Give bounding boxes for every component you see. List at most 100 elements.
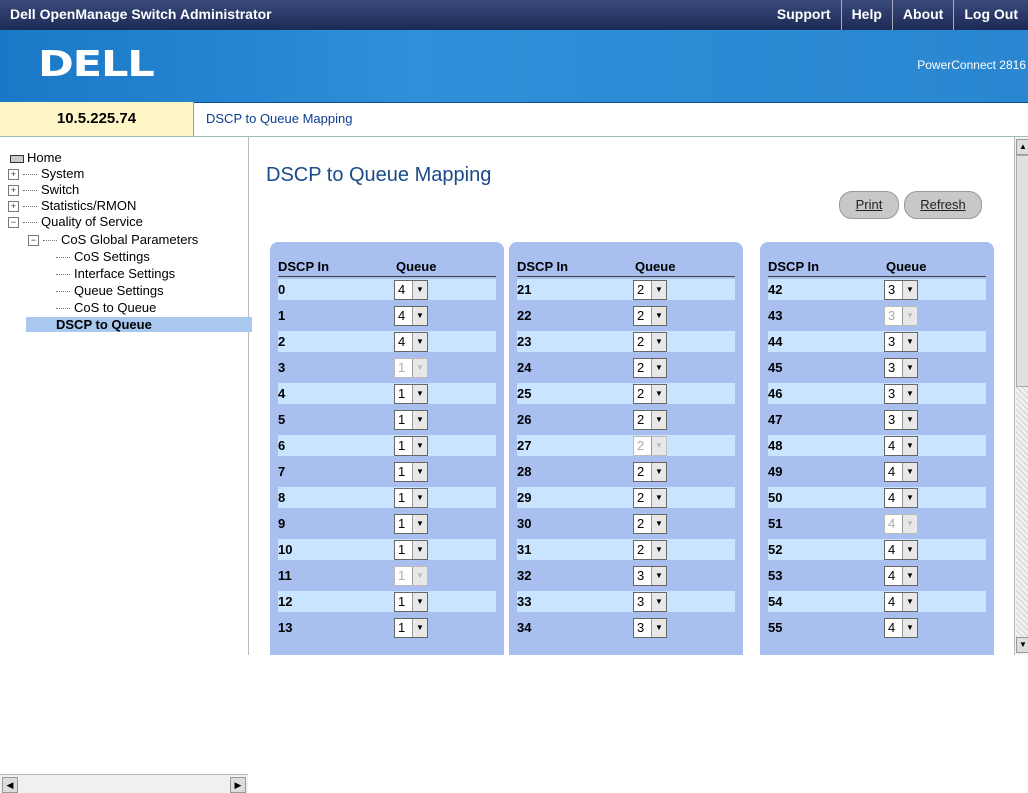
chevron-down-icon[interactable]: ▼	[651, 593, 666, 611]
chevron-down-icon[interactable]: ▼	[902, 463, 917, 481]
logout-link[interactable]: Log Out	[953, 0, 1028, 30]
chevron-down-icon[interactable]: ▼	[651, 463, 666, 481]
about-link[interactable]: About	[891, 0, 953, 30]
chevron-down-icon[interactable]: ▼	[651, 385, 666, 403]
chevron-down-icon[interactable]: ▼	[902, 619, 917, 637]
queue-select[interactable]: 3 ▼	[884, 332, 918, 352]
queue-select[interactable]: 4 ▼	[884, 618, 918, 638]
chevron-down-icon[interactable]: ▼	[902, 541, 917, 559]
scroll-right-icon[interactable]: ▶	[230, 777, 246, 793]
queue-select[interactable]: 3 ▼	[884, 384, 918, 404]
chevron-down-icon[interactable]: ▼	[902, 489, 917, 507]
chevron-down-icon[interactable]: ▼	[902, 411, 917, 429]
vertical-scrollbar[interactable]: ▲ ▼	[1014, 137, 1028, 655]
tree-item-system[interactable]: + System	[8, 166, 84, 181]
queue-select[interactable]: 3 ▼	[884, 280, 918, 300]
queue-select[interactable]: 4 ▼	[394, 332, 428, 352]
tree-item-quality-of-service[interactable]: − Quality of Service	[8, 214, 143, 229]
queue-select[interactable]: 1 ▼	[394, 514, 428, 534]
queue-select[interactable]: 3 ▼	[884, 410, 918, 430]
chevron-down-icon[interactable]: ▼	[902, 333, 917, 351]
scroll-left-icon[interactable]: ◀	[2, 777, 18, 793]
chevron-down-icon[interactable]: ▼	[412, 307, 427, 325]
chevron-down-icon[interactable]: ▼	[902, 593, 917, 611]
support-link[interactable]: Support	[767, 0, 841, 30]
queue-select[interactable]: 4 ▼	[394, 306, 428, 326]
queue-select[interactable]: 1 ▼	[394, 540, 428, 560]
chevron-down-icon[interactable]: ▼	[651, 411, 666, 429]
chevron-down-icon[interactable]: ▼	[412, 463, 427, 481]
tree-item-home[interactable]: Home	[10, 150, 62, 165]
scroll-up-icon[interactable]: ▲	[1016, 139, 1028, 155]
queue-select[interactable]: 3 ▼	[633, 592, 667, 612]
queue-select[interactable]: 3 ▼	[884, 358, 918, 378]
collapse-icon[interactable]: −	[28, 235, 39, 247]
chevron-down-icon[interactable]: ▼	[651, 359, 666, 377]
queue-select[interactable]: 2 ▼	[633, 462, 667, 482]
tree-item-queue-settings[interactable]: Queue Settings	[56, 283, 164, 298]
queue-select[interactable]: 4 ▼	[884, 436, 918, 456]
chevron-down-icon[interactable]: ▼	[412, 281, 427, 299]
chevron-down-icon[interactable]: ▼	[651, 281, 666, 299]
chevron-down-icon[interactable]: ▼	[651, 307, 666, 325]
queue-select[interactable]: 1 ▼	[394, 384, 428, 404]
queue-select[interactable]: 2 ▼	[633, 280, 667, 300]
queue-select[interactable]: 4 ▼	[394, 280, 428, 300]
chevron-down-icon[interactable]: ▼	[412, 437, 427, 455]
chevron-down-icon[interactable]: ▼	[651, 515, 666, 533]
chevron-down-icon[interactable]: ▼	[412, 411, 427, 429]
queue-select[interactable]: 4 ▼	[884, 462, 918, 482]
queue-select[interactable]: 1 ▼	[394, 462, 428, 482]
tree-item-cos-to-queue[interactable]: CoS to Queue	[56, 300, 156, 315]
chevron-down-icon[interactable]: ▼	[651, 567, 666, 585]
chevron-down-icon[interactable]: ▼	[651, 333, 666, 351]
chevron-down-icon[interactable]: ▼	[412, 593, 427, 611]
queue-select[interactable]: 1 ▼	[394, 410, 428, 430]
queue-select[interactable]: 3 ▼	[633, 566, 667, 586]
scroll-thumb[interactable]	[1016, 155, 1028, 387]
tree-item-cos-settings[interactable]: CoS Settings	[56, 249, 150, 264]
chevron-down-icon[interactable]: ▼	[651, 541, 666, 559]
chevron-down-icon[interactable]: ▼	[902, 281, 917, 299]
chevron-down-icon[interactable]: ▼	[902, 437, 917, 455]
queue-select[interactable]: 2 ▼	[633, 488, 667, 508]
queue-select[interactable]: 2 ▼	[633, 514, 667, 534]
expand-icon[interactable]: +	[8, 185, 19, 197]
expand-icon[interactable]: +	[8, 169, 19, 181]
chevron-down-icon[interactable]: ▼	[412, 385, 427, 403]
queue-select[interactable]: 4 ▼	[884, 540, 918, 560]
help-link[interactable]: Help	[840, 0, 892, 30]
queue-select[interactable]: 4 ▼	[884, 488, 918, 508]
tree-item-dscp-to-queue[interactable]: DSCP to Queue	[26, 317, 252, 332]
tree-item-interface-settings[interactable]: Interface Settings	[56, 266, 175, 281]
chevron-down-icon[interactable]: ▼	[412, 541, 427, 559]
queue-select[interactable]: 2 ▼	[633, 306, 667, 326]
chevron-down-icon[interactable]: ▼	[651, 489, 666, 507]
tree-item-statistics-rmon[interactable]: + Statistics/RMON	[8, 198, 136, 213]
collapse-icon[interactable]: −	[8, 217, 19, 229]
queue-select[interactable]: 2 ▼	[633, 332, 667, 352]
queue-select[interactable]: 1 ▼	[394, 436, 428, 456]
chevron-down-icon[interactable]: ▼	[412, 333, 427, 351]
scroll-down-icon[interactable]: ▼	[1016, 637, 1028, 653]
queue-select[interactable]: 1 ▼	[394, 592, 428, 612]
expand-icon[interactable]: +	[8, 201, 19, 213]
chevron-down-icon[interactable]: ▼	[412, 489, 427, 507]
tree-item-cos-global-parameters[interactable]: − CoS Global Parameters	[28, 232, 198, 247]
chevron-down-icon[interactable]: ▼	[902, 359, 917, 377]
queue-select[interactable]: 2 ▼	[633, 358, 667, 378]
chevron-down-icon[interactable]: ▼	[651, 619, 666, 637]
queue-select[interactable]: 2 ▼	[633, 384, 667, 404]
scroll-track[interactable]	[1016, 387, 1028, 637]
chevron-down-icon[interactable]: ▼	[412, 515, 427, 533]
refresh-button[interactable]: Refresh	[904, 191, 982, 219]
tree-item-switch[interactable]: + Switch	[8, 182, 79, 197]
print-button[interactable]: Print	[839, 191, 899, 219]
queue-select[interactable]: 1 ▼	[394, 488, 428, 508]
queue-select[interactable]: 2 ▼	[633, 410, 667, 430]
chevron-down-icon[interactable]: ▼	[902, 567, 917, 585]
chevron-down-icon[interactable]: ▼	[412, 619, 427, 637]
queue-select[interactable]: 4 ▼	[884, 566, 918, 586]
horizontal-scrollbar[interactable]: ◀ ▶	[0, 774, 248, 793]
queue-select[interactable]: 3 ▼	[633, 618, 667, 638]
